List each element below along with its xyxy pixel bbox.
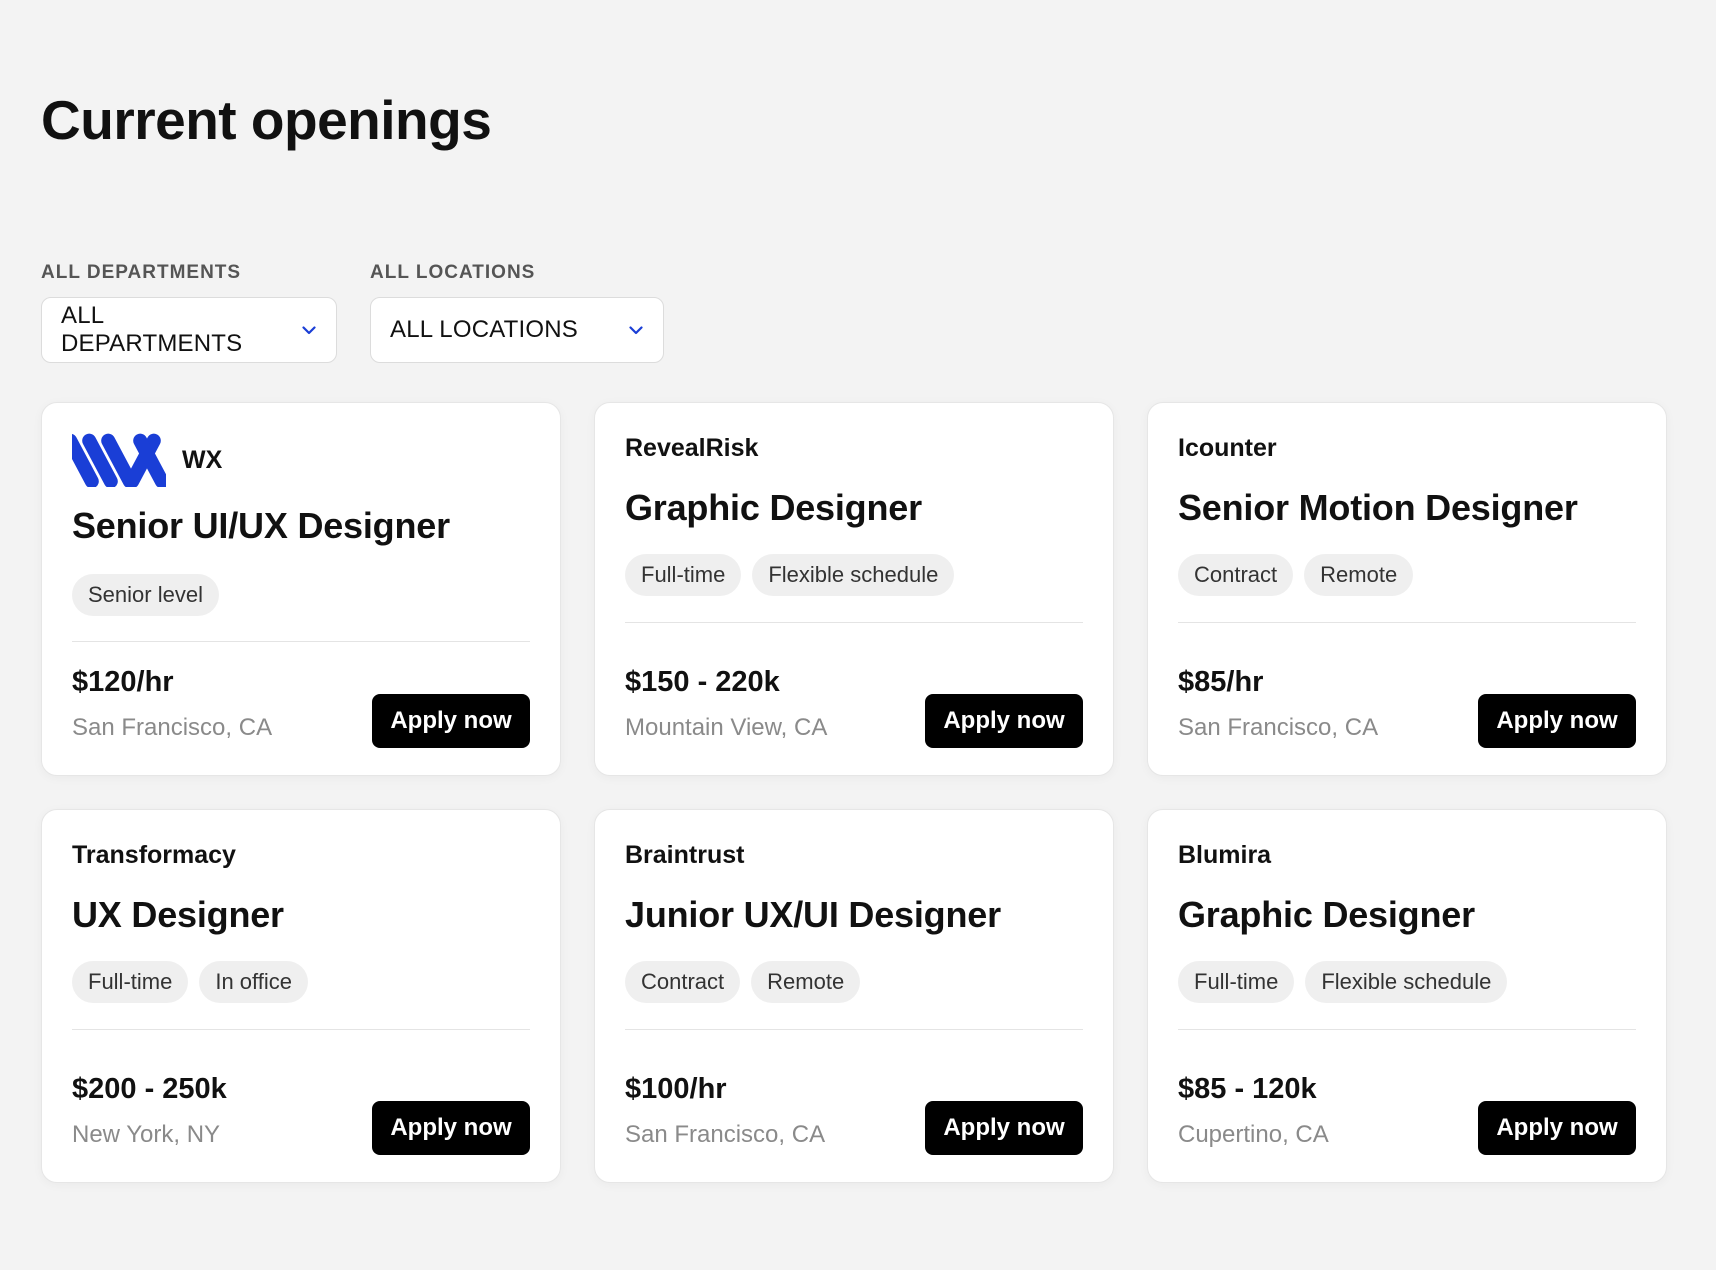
card-divider: [625, 622, 1083, 623]
job-tag: Full-time: [1178, 961, 1295, 1003]
job-tag: Contract: [625, 961, 741, 1003]
job-card: RevealRisk Graphic Designer Full-time Fl…: [594, 402, 1114, 776]
job-tag: Remote: [751, 961, 861, 1003]
job-tag: Flexible schedule: [752, 554, 955, 596]
job-title: Graphic Designer: [625, 487, 922, 528]
company-header: Blumira: [1178, 840, 1271, 870]
job-salary: $85/hr: [1178, 666, 1264, 698]
page-title: Current openings: [41, 89, 492, 151]
job-salary: $200 - 250k: [72, 1073, 227, 1105]
job-tags: Full-time In office: [72, 961, 308, 1003]
job-salary: $100/hr: [625, 1073, 727, 1105]
job-tag: Senior level: [72, 574, 219, 616]
job-tags: Full-time Flexible schedule: [1178, 961, 1508, 1003]
job-tags: Contract Remote: [1178, 554, 1414, 596]
apply-now-button[interactable]: Apply now: [925, 694, 1083, 748]
location-select[interactable]: ALL LOCATIONS: [370, 297, 664, 363]
department-filter-label: ALL DEPARTMENTS: [41, 262, 242, 283]
job-tags: Contract Remote: [625, 961, 861, 1003]
job-title: Senior Motion Designer: [1178, 487, 1578, 528]
card-divider: [1178, 1029, 1636, 1030]
company-name: Blumira: [1178, 840, 1272, 869]
company-header: Transformacy: [72, 840, 236, 870]
job-tag: Contract: [1178, 554, 1294, 596]
apply-now-button[interactable]: Apply now: [925, 1101, 1083, 1155]
card-divider: [1178, 622, 1636, 623]
chevron-down-icon: [628, 322, 644, 338]
job-grid: WX Senior UI/UX Designer Senior level $1…: [41, 402, 1667, 1183]
department-filter-group: ALL DEPARTMENTS ALL DEPARTMENTS: [41, 262, 337, 363]
company-name: Icounter: [1178, 433, 1277, 462]
card-divider: [72, 1029, 530, 1030]
job-card: Transformacy UX Designer Full-time In of…: [41, 809, 561, 1183]
job-tag: Flexible schedule: [1305, 961, 1508, 1003]
company-name: WX: [182, 445, 223, 474]
job-tags: Senior level: [72, 574, 219, 616]
location-select-value: ALL LOCATIONS: [390, 316, 578, 343]
job-tag: Remote: [1304, 554, 1414, 596]
location-filter-group: ALL LOCATIONS ALL LOCATIONS: [370, 262, 664, 363]
apply-now-button[interactable]: Apply now: [372, 1101, 530, 1155]
filters-bar: ALL DEPARTMENTS ALL DEPARTMENTS ALL LOCA…: [41, 262, 664, 363]
job-location: New York, NY: [72, 1121, 221, 1148]
card-divider: [625, 1029, 1083, 1030]
job-title: UX Designer: [72, 894, 284, 935]
company-logo: [72, 433, 166, 487]
job-salary: $120/hr: [72, 666, 174, 698]
company-name: Braintrust: [625, 840, 745, 869]
department-select[interactable]: ALL DEPARTMENTS: [41, 297, 337, 363]
apply-now-button[interactable]: Apply now: [1478, 694, 1636, 748]
job-location: San Francisco, CA: [72, 714, 273, 741]
department-select-value: ALL DEPARTMENTS: [61, 302, 243, 357]
job-location: Mountain View, CA: [625, 714, 828, 741]
job-card: WX Senior UI/UX Designer Senior level $1…: [41, 402, 561, 776]
company-header: Braintrust: [625, 840, 744, 870]
job-card: Braintrust Junior UX/UI Designer Contrac…: [594, 809, 1114, 1183]
company-name: RevealRisk: [625, 433, 759, 462]
job-tags: Full-time Flexible schedule: [625, 554, 955, 596]
apply-now-button[interactable]: Apply now: [372, 694, 530, 748]
location-filter-label: ALL LOCATIONS: [370, 262, 536, 283]
company-header: RevealRisk: [625, 433, 758, 463]
job-tag: In office: [199, 961, 308, 1003]
company-name: Transformacy: [72, 840, 236, 869]
job-location: Cupertino, CA: [1178, 1121, 1329, 1148]
job-tag: Full-time: [72, 961, 189, 1003]
job-title: Graphic Designer: [1178, 894, 1475, 935]
company-header: WX: [72, 433, 222, 487]
job-salary: $150 - 220k: [625, 666, 780, 698]
job-tag: Full-time: [625, 554, 742, 596]
job-card: Blumira Graphic Designer Full-time Flexi…: [1147, 809, 1667, 1183]
job-title: Senior UI/UX Designer: [72, 505, 450, 546]
card-divider: [72, 641, 530, 642]
chevron-down-icon: [301, 322, 317, 338]
page: Current openings ALL DEPARTMENTS ALL DEP…: [0, 0, 1716, 1270]
job-card: Icounter Senior Motion Designer Contract…: [1147, 402, 1667, 776]
job-location: San Francisco, CA: [1178, 714, 1379, 741]
job-location: San Francisco, CA: [625, 1121, 826, 1148]
company-header: Icounter: [1178, 433, 1277, 463]
apply-now-button[interactable]: Apply now: [1478, 1101, 1636, 1155]
job-title: Junior UX/UI Designer: [625, 894, 1001, 935]
job-salary: $85 - 120k: [1178, 1073, 1317, 1105]
